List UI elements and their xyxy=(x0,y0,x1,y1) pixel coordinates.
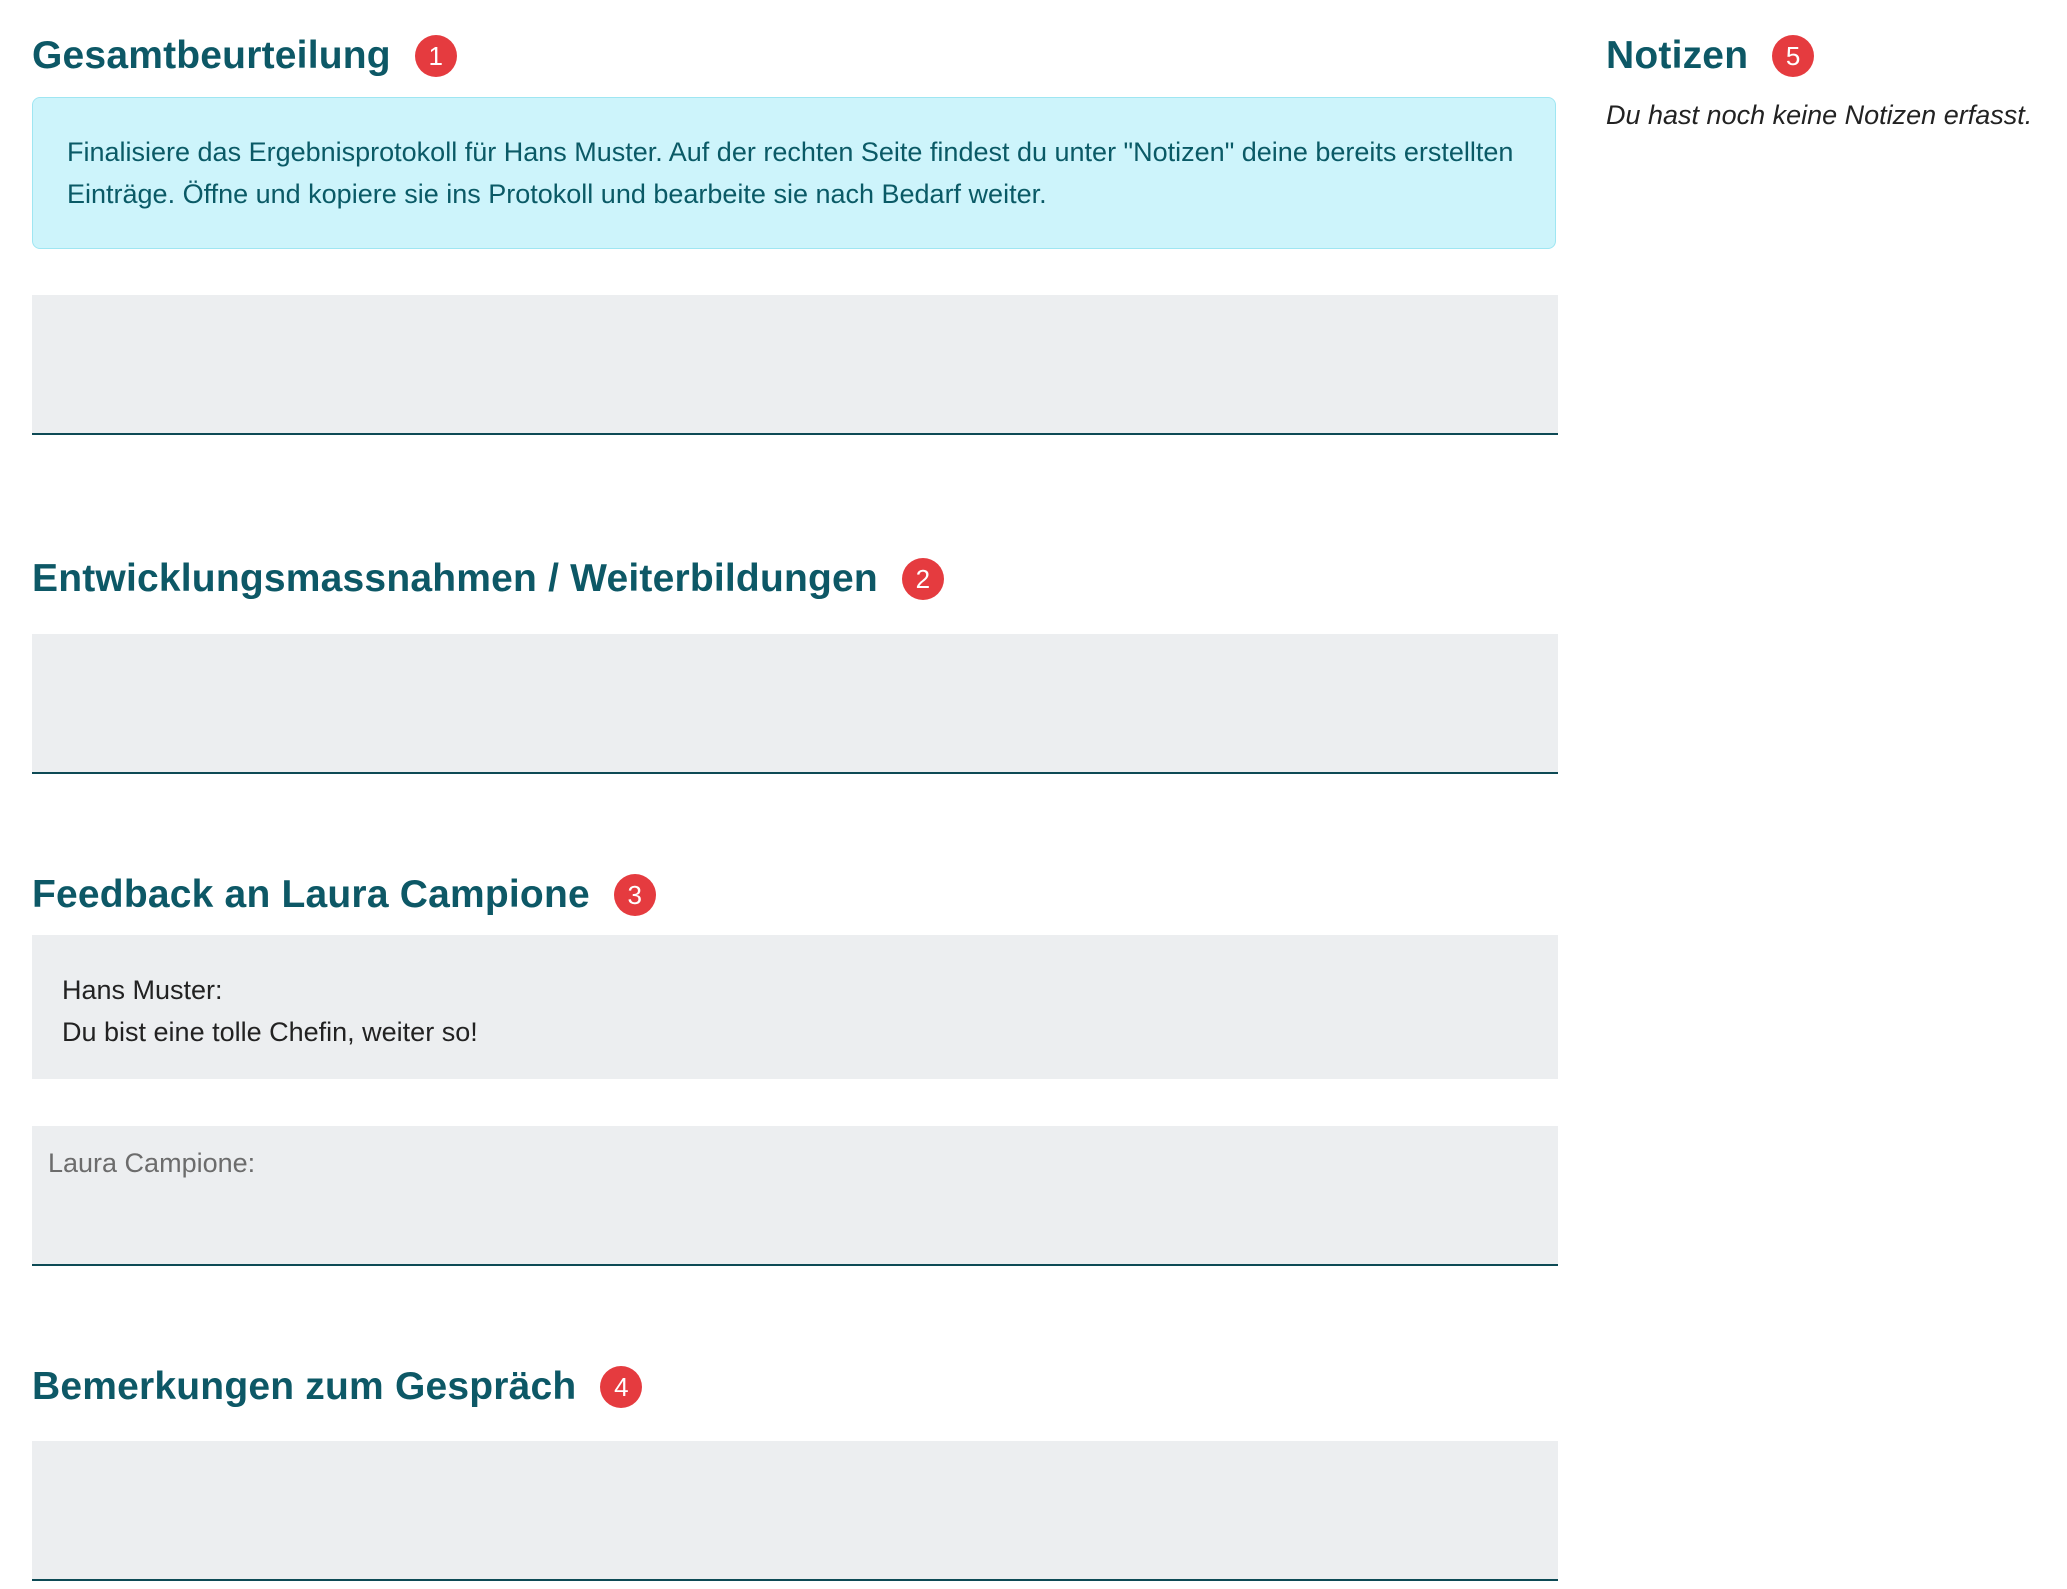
section-title-gesamtbeurteilung: Gesamtbeurteilung 1 xyxy=(32,26,457,86)
step-badge-4: 4 xyxy=(600,1366,643,1408)
step-badge-2: 2 xyxy=(901,558,944,600)
info-box: Finalisiere das Ergebnisprotokoll für Ha… xyxy=(32,97,1556,249)
notes-empty-text: Du hast noch keine Notizen erfasst. xyxy=(1606,100,2033,130)
feedback-author: Hans Muster: xyxy=(62,975,223,1005)
section-title-feedback: Feedback an Laura Campione 3 xyxy=(32,865,656,925)
step-badge-5: 5 xyxy=(1772,35,1815,77)
section-title-bemerkungen: Bemerkungen zum Gespräch 4 xyxy=(32,1357,643,1417)
section-title-text: Bemerkungen zum Gespräch xyxy=(32,1365,577,1408)
section-title-text: Entwicklungsmassnahmen / Weiterbildungen xyxy=(32,557,878,600)
feedback-message: Du bist eine tolle Chefin, weiter so! xyxy=(62,1017,478,1047)
section-title-text: Feedback an Laura Campione xyxy=(32,873,590,916)
section-title-entwicklungsmassnahmen: Entwicklungsmassnahmen / Weiterbildungen… xyxy=(32,549,944,609)
step-badge-1: 1 xyxy=(414,35,457,77)
feedback-reply-input[interactable] xyxy=(32,1126,1558,1266)
notes-title: Notizen 5 xyxy=(1606,26,1815,86)
section-title-text: Gesamtbeurteilung xyxy=(32,34,391,77)
entwicklungsmassnahmen-input[interactable] xyxy=(32,634,1558,774)
notes-title-text: Notizen xyxy=(1606,34,1749,77)
bemerkungen-input[interactable] xyxy=(32,1441,1558,1581)
feedback-quote: Hans Muster: Du bist eine tolle Chefin, … xyxy=(32,935,1558,1079)
gesamtbeurteilung-input[interactable] xyxy=(32,295,1558,435)
step-badge-3: 3 xyxy=(613,874,656,916)
